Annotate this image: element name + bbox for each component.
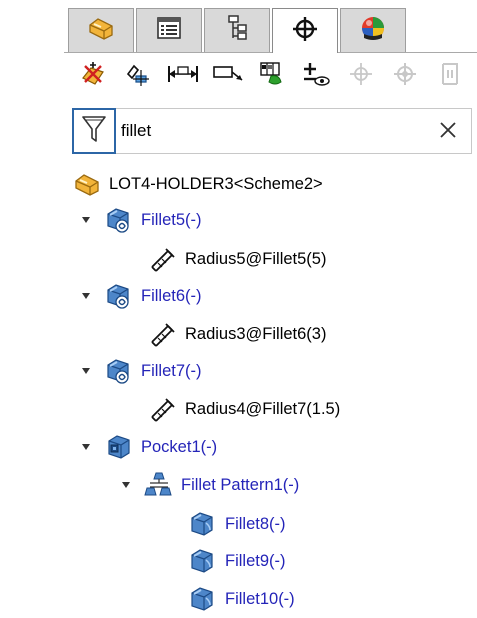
tolpost-button[interactable] <box>383 58 427 94</box>
fillet-feature-icon <box>188 584 218 614</box>
geometric-tolerance-icon <box>257 60 287 93</box>
dimension-icon <box>148 319 178 349</box>
tree-item-radius3[interactable]: Radius3@Fillet6(3) <box>148 316 326 352</box>
tree-item-label: Fillet10(-) <box>225 589 295 608</box>
fillet-feature-icon <box>104 205 134 235</box>
property-list-icon <box>156 16 182 45</box>
tree-item-label: Radius3@Fillet6(3) <box>185 324 327 343</box>
location-dimension-icon <box>166 63 200 90</box>
tree-item-fillet9[interactable]: Fillet9(-) <box>188 543 286 579</box>
part-icon <box>87 15 115 46</box>
copy-scheme-button[interactable] <box>339 58 383 94</box>
tree-item-label: Radius5@Fillet5(5) <box>185 249 327 268</box>
feature-tree-filter <box>72 108 472 154</box>
configurationmanager-tab[interactable] <box>204 8 270 52</box>
tree-item-pocket1[interactable]: Pocket1(-) <box>76 429 217 465</box>
auto-dimension-scheme-icon <box>79 60 109 93</box>
copy-scheme-icon <box>347 60 375 93</box>
tree-item-fillet10[interactable]: Fillet10(-) <box>188 581 295 617</box>
tree-item-label: Radius4@Fillet7(1.5) <box>185 399 341 418</box>
size-dimension-button[interactable] <box>205 58 249 94</box>
dimension-icon <box>148 244 178 274</box>
tree-item-fillet-pattern1[interactable]: Fillet Pattern1(-) <box>116 467 299 503</box>
tree-item-fillet6[interactable]: Fillet6(-) <box>76 278 202 314</box>
fillet-feature-icon <box>188 509 218 539</box>
featuremanager-tab[interactable] <box>68 8 134 52</box>
filter-input[interactable] <box>121 117 421 145</box>
expand-caret-icon[interactable] <box>116 475 136 495</box>
tree-item-label: Fillet5(-) <box>141 210 202 229</box>
crosshair-icon <box>291 15 319 48</box>
pocket-feature-icon <box>104 432 134 462</box>
fillet-feature-icon <box>188 546 218 576</box>
tree-item-radius5[interactable]: Radius5@Fillet5(5) <box>148 241 326 277</box>
geometric-tolerance-button[interactable] <box>250 58 294 94</box>
tree-item-fillet5[interactable]: Fillet5(-) <box>76 202 202 238</box>
datum-target-icon <box>439 60 461 93</box>
tree-item-label: Fillet8(-) <box>225 514 286 533</box>
expand-caret-icon[interactable] <box>76 437 96 457</box>
funnel-icon <box>81 114 107 149</box>
part-icon <box>72 169 102 199</box>
datum-feature-button[interactable] <box>116 58 160 94</box>
tree-item-label: Fillet6(-) <box>141 286 202 305</box>
show-tolerance-status-icon <box>301 60 331 93</box>
dimxpert-toolbar <box>72 56 472 96</box>
filter-button[interactable] <box>72 108 116 154</box>
fillet-feature-icon <box>104 281 134 311</box>
datum-feature-icon <box>124 60 154 93</box>
tree-item-fillet7[interactable]: Fillet7(-) <box>76 353 202 389</box>
auto-dimension-scheme-button[interactable] <box>72 58 116 94</box>
tolpost-icon <box>391 60 419 93</box>
configuration-icon <box>225 14 249 47</box>
tree-item-label: Fillet Pattern1(-) <box>181 475 300 494</box>
expand-caret-icon[interactable] <box>76 286 96 306</box>
displaymanager-tab[interactable] <box>340 8 406 52</box>
dimxpertmanager-tab[interactable] <box>272 8 338 53</box>
location-dimension-button[interactable] <box>161 58 205 94</box>
manager-tab-strip <box>64 8 477 53</box>
tree-item-radius4[interactable]: Radius4@Fillet7(1.5) <box>148 391 340 427</box>
tree-item-fillet8[interactable]: Fillet8(-) <box>188 506 286 542</box>
show-tolerance-status-button[interactable] <box>294 58 338 94</box>
tree-root-label: LOT4-HOLDER3<Scheme2> <box>109 174 323 193</box>
expand-caret-icon[interactable] <box>76 361 96 381</box>
expand-caret-icon[interactable] <box>76 210 96 230</box>
tree-item-label: Pocket1(-) <box>141 437 218 456</box>
dimension-icon <box>148 394 178 424</box>
dimxpert-panel: LOT4-HOLDER3<Scheme2> Fillet5(-) <box>64 0 477 618</box>
close-icon <box>439 121 457 144</box>
appearance-ball-icon <box>358 14 388 47</box>
tree-item-label: Fillet9(-) <box>225 551 286 570</box>
datum-target-button[interactable] <box>428 58 472 94</box>
tree-item-label: Fillet7(-) <box>141 361 202 380</box>
size-dimension-icon <box>211 63 245 90</box>
propertymanager-tab[interactable] <box>136 8 202 52</box>
pattern-feature-icon <box>144 470 174 500</box>
clear-filter-button[interactable] <box>433 117 463 147</box>
tree-root[interactable]: LOT4-HOLDER3<Scheme2> <box>72 166 323 202</box>
fillet-feature-icon <box>104 356 134 386</box>
